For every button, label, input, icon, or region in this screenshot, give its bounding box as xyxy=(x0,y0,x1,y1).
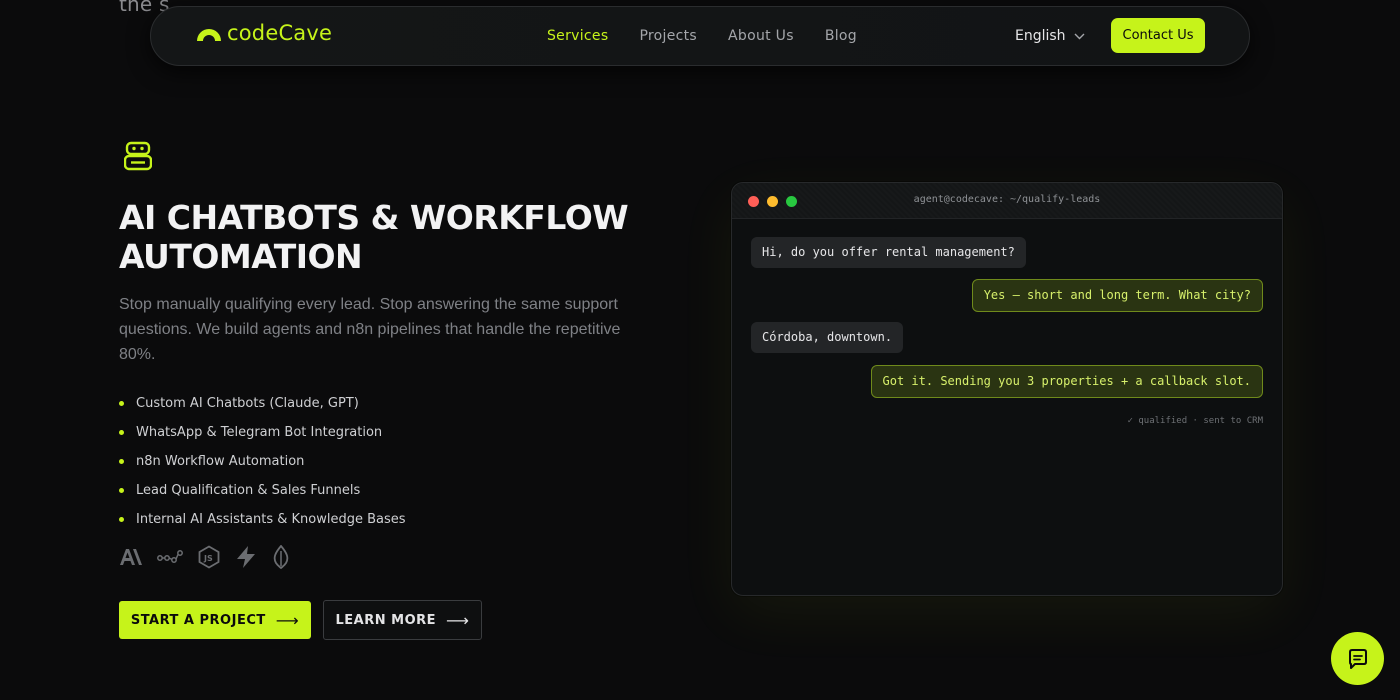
nav-link-services[interactable]: Services xyxy=(547,28,608,44)
nav-link-blog[interactable]: Blog xyxy=(825,28,857,44)
tech-stack-icons: JS xyxy=(119,545,305,569)
arrow-right-icon: ⟶ xyxy=(446,610,470,630)
chat-terminal-preview: agent@codecave: ~/qualify-leads Hi, do y… xyxy=(731,182,1283,596)
terminal-title: agent@codecave: ~/qualify-leads xyxy=(913,194,1101,205)
svg-text:JS: JS xyxy=(203,554,213,563)
chevron-down-icon xyxy=(1074,33,1085,39)
contact-us-button[interactable]: Contact Us xyxy=(1111,18,1205,53)
start-project-button[interactable]: START A PROJECT ⟶ xyxy=(119,601,311,639)
learn-more-button[interactable]: LEARN MORE ⟶ xyxy=(323,600,482,640)
nodejs-icon: JS xyxy=(197,545,221,569)
language-label: English xyxy=(1015,28,1066,44)
qualification-status: ✓ qualified · sent to CRM xyxy=(1127,416,1263,426)
feature-item: Custom AI Chatbots (Claude, GPT) xyxy=(119,389,406,418)
brand-logo[interactable]: codeCave xyxy=(195,21,332,45)
bullet-icon xyxy=(119,488,124,493)
feature-item: Lead Qualification & Sales Funnels xyxy=(119,476,406,505)
feature-item: WhatsApp & Telegram Bot Integration xyxy=(119,418,406,447)
chat-message-user: Hi, do you offer rental management? xyxy=(751,237,1026,268)
top-navigation: codeCave Services Projects About Us Blog… xyxy=(150,6,1250,66)
chat-message-bot: Yes — short and long term. What city? xyxy=(971,279,1263,312)
mongodb-icon xyxy=(271,545,291,569)
chat-bubble-icon xyxy=(1348,648,1367,669)
brand-name: codeCave xyxy=(227,21,333,45)
feature-list: Custom AI Chatbots (Claude, GPT) WhatsAp… xyxy=(119,389,406,534)
zap-icon xyxy=(235,545,257,569)
open-chat-button[interactable] xyxy=(1331,632,1384,685)
bullet-icon xyxy=(119,430,124,435)
nav-link-about-us[interactable]: About Us xyxy=(728,28,794,44)
bullet-icon xyxy=(119,401,124,406)
chat-message-user: Córdoba, downtown. xyxy=(751,322,904,353)
service-description: Stop manually qualifying every lead. Sto… xyxy=(119,296,621,363)
bullet-icon xyxy=(119,517,124,522)
arrow-right-icon: ⟶ xyxy=(275,610,300,630)
terminal-title-bar: agent@codecave: ~/qualify-leads xyxy=(732,183,1282,219)
language-selector[interactable]: English xyxy=(1015,7,1085,65)
nav-links: Services Projects About Us Blog xyxy=(547,7,888,65)
feature-item: n8n Workflow Automation xyxy=(119,447,406,476)
anthropic-icon xyxy=(119,547,143,567)
service-title: AI CHATBOTS & WORKFLOW AUTOMATION xyxy=(119,198,629,276)
robot-icon xyxy=(124,141,152,171)
logo-icon xyxy=(197,29,221,41)
feature-item: Internal AI Assistants & Knowledge Bases xyxy=(119,505,406,534)
chat-message-bot: Got it. Sending you 3 properties + a cal… xyxy=(870,365,1263,398)
nav-link-projects[interactable]: Projects xyxy=(639,28,697,44)
bullet-icon xyxy=(119,459,124,464)
n8n-icon xyxy=(157,548,183,566)
